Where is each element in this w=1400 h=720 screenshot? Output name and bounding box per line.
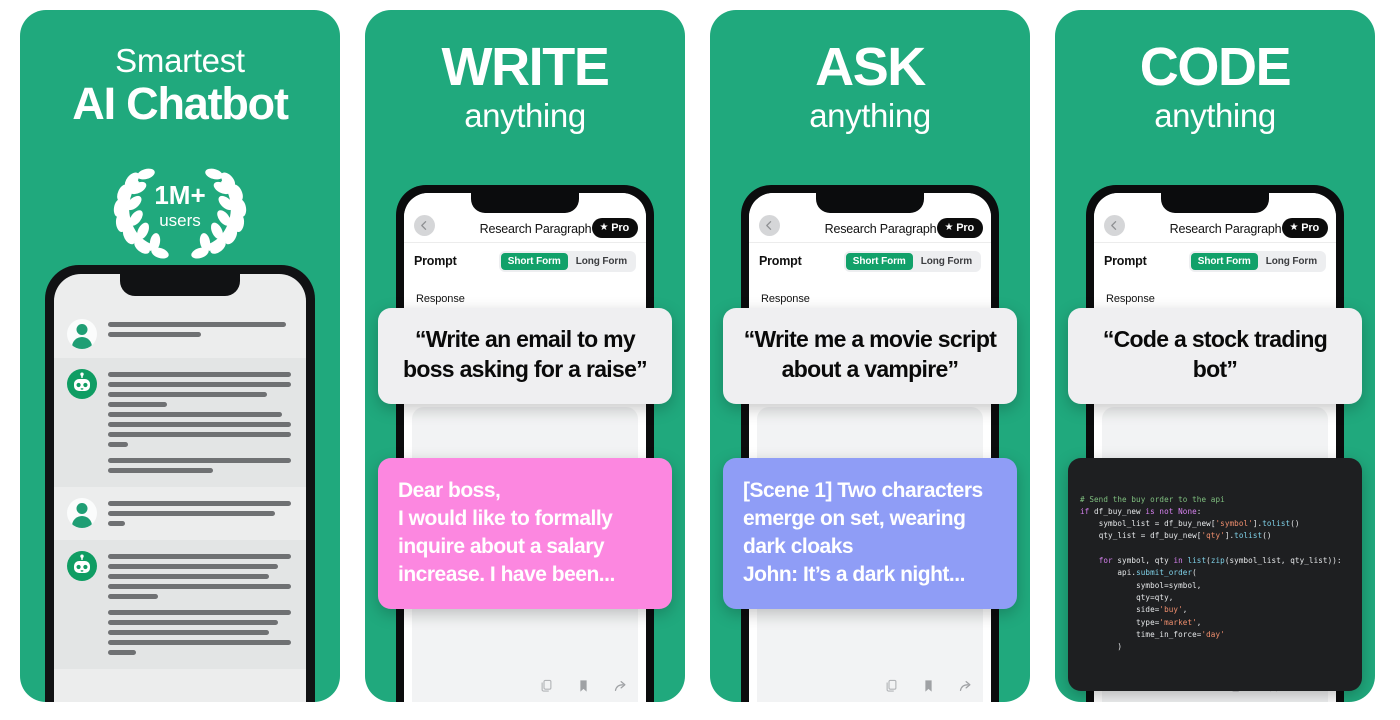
phone-mockup: Research Paragraph ★ Pro Prompt Short Fo…	[741, 185, 999, 702]
badge-label: users	[159, 211, 201, 230]
segment-short-form[interactable]: Short Form	[845, 252, 913, 270]
star-icon: ★	[944, 222, 954, 233]
chat-message-bot	[54, 358, 306, 487]
action-bar	[539, 678, 628, 694]
phone-screen: Research Paragraph ★ Pro Prompt Short Fo…	[404, 193, 646, 702]
phone-notch	[1161, 193, 1269, 213]
prompt-toolbar: Prompt Short Form Long Form	[749, 243, 991, 279]
message-skeleton	[108, 498, 293, 531]
message-skeleton	[108, 319, 293, 342]
form-length-segmented-control[interactable]: Short Form Long Form	[1188, 250, 1326, 272]
code-response-card: # Send the buy order to the api if df_bu…	[1068, 458, 1362, 692]
prompt-toolbar: Prompt Short Form Long Form	[404, 243, 646, 279]
badge-number: 1M+	[154, 180, 205, 210]
bookmark-icon[interactable]	[576, 678, 591, 694]
panel-3-headline: ASK anything	[710, 10, 1030, 134]
bot-avatar-icon	[67, 551, 97, 581]
headline-sub: anything	[1154, 97, 1276, 134]
pro-badge[interactable]: ★ Pro	[592, 218, 638, 238]
headline-caps: WRITE	[441, 37, 610, 97]
promo-panel-write: WRITE anything Research Paragraph ★ Pro	[365, 10, 685, 702]
answer-bubble: [Scene 1] Two characters emerge on set, …	[723, 458, 1017, 609]
share-icon[interactable]	[958, 678, 973, 694]
copy-icon[interactable]	[884, 678, 899, 694]
panel-1-headline: Smartest AI Chatbot	[20, 10, 340, 130]
segment-short-form[interactable]: Short Form	[1190, 252, 1258, 270]
response-label: Response	[761, 293, 810, 305]
copy-icon[interactable]	[539, 678, 554, 694]
promo-panel-smartest: Smartest AI Chatbot 1M+ users	[20, 10, 340, 702]
pro-badge[interactable]: ★ Pro	[937, 218, 983, 238]
response-label: Response	[1106, 293, 1155, 305]
pro-label: Pro	[956, 222, 974, 234]
segment-short-form[interactable]: Short Form	[500, 252, 568, 270]
phone-notch	[471, 193, 579, 213]
prompt-label: Prompt	[414, 254, 457, 268]
headline-big: AI Chatbot	[72, 78, 289, 130]
prompt-bubble: “Code a stock trading bot”	[1068, 308, 1362, 404]
back-button[interactable]	[414, 215, 435, 236]
promo-panel-code: CODE anything Research Paragraph ★ Pro P…	[1055, 10, 1375, 702]
prompt-label: Prompt	[1104, 254, 1147, 268]
back-button[interactable]	[1104, 215, 1125, 236]
panel-2-headline: WRITE anything	[365, 10, 685, 134]
headline-small: Smartest	[115, 42, 245, 79]
headline-sub: anything	[809, 97, 931, 134]
segment-long-form[interactable]: Long Form	[1259, 253, 1324, 270]
phone-screen: Research Paragraph ★ Pro Prompt Short Fo…	[749, 193, 991, 702]
panel-4-headline: CODE anything	[1055, 10, 1375, 134]
message-skeleton	[108, 369, 293, 478]
prompt-label: Prompt	[759, 254, 802, 268]
star-icon: ★	[599, 222, 609, 233]
message-skeleton	[108, 551, 293, 660]
headline-caps: ASK	[815, 37, 926, 97]
segment-long-form[interactable]: Long Form	[914, 253, 979, 270]
chat-message-bot	[54, 540, 306, 669]
prompt-bubble: “Write me a movie script about a vampire…	[723, 308, 1017, 404]
phone-notch	[816, 193, 924, 213]
app-store-screenshot-set: Smartest AI Chatbot 1M+ users WRITE anyt…	[0, 0, 1400, 720]
star-icon: ★	[1289, 222, 1299, 233]
phone-notch	[120, 274, 240, 296]
segment-long-form[interactable]: Long Form	[569, 253, 634, 270]
back-button[interactable]	[759, 215, 780, 236]
chat-message-user	[54, 308, 306, 358]
bot-avatar-icon	[67, 369, 97, 399]
phone-mockup-chat	[45, 265, 315, 702]
share-icon[interactable]	[613, 678, 628, 694]
bookmark-icon[interactable]	[921, 678, 936, 694]
phone-mockup: Research Paragraph ★ Pro Prompt Short Fo…	[396, 185, 654, 702]
headline-sub: anything	[464, 97, 586, 134]
promo-panel-ask: ASK anything Research Paragraph ★ Pro Pr…	[710, 10, 1030, 702]
form-length-segmented-control[interactable]: Short Form Long Form	[843, 250, 981, 272]
chat-message-user	[54, 487, 306, 540]
users-badge: 1M+ users	[105, 154, 255, 259]
pro-label: Pro	[611, 222, 629, 234]
headline-caps: CODE	[1139, 37, 1292, 97]
code-block: # Send the buy order to the api if df_bu…	[1080, 494, 1342, 652]
pro-label: Pro	[1301, 222, 1319, 234]
action-bar	[884, 678, 973, 694]
phone-screen	[54, 274, 306, 702]
prompt-toolbar: Prompt Short Form Long Form	[1094, 243, 1336, 279]
user-avatar-icon	[67, 319, 97, 349]
form-length-segmented-control[interactable]: Short Form Long Form	[498, 250, 636, 272]
pro-badge[interactable]: ★ Pro	[1282, 218, 1328, 238]
user-avatar-icon	[67, 498, 97, 528]
answer-bubble: Dear boss, I would like to formally inqu…	[378, 458, 672, 609]
prompt-bubble: “Write an email to my boss asking for a …	[378, 308, 672, 404]
response-label: Response	[416, 293, 465, 305]
